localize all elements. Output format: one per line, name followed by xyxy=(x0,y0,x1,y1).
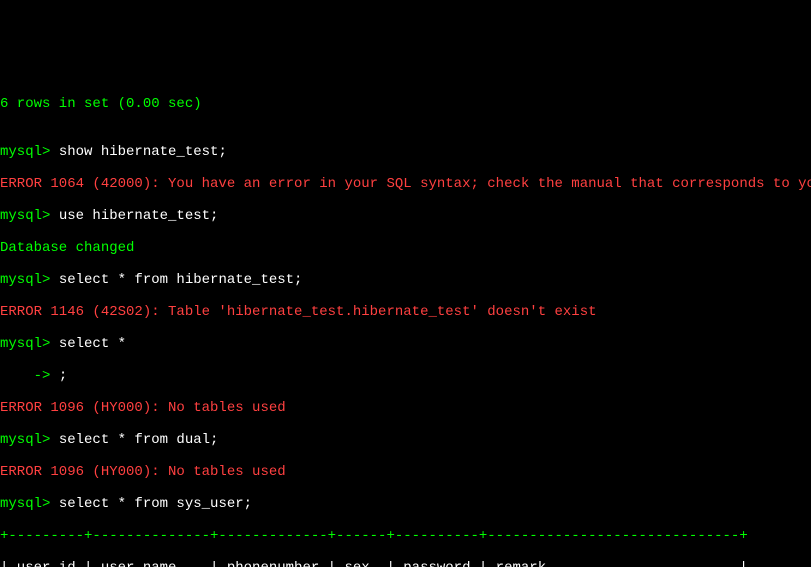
error-message: ERROR 1096 (HY000): No tables used xyxy=(0,464,811,480)
terminal[interactable]: 6 rows in set (0.00 sec) mysql> show hib… xyxy=(0,80,811,567)
mysql-prompt: mysql> xyxy=(0,432,59,448)
command-input[interactable]: use hibernate_test; xyxy=(59,208,219,224)
table-header: | user_id | user_name | phonenumber | se… xyxy=(0,560,811,567)
error-message: ERROR 1146 (42S02): Table 'hibernate_tes… xyxy=(0,304,811,320)
error-message: ERROR 1064 (42000): You have an error in… xyxy=(0,176,811,192)
prompt-line: mysql> select * from dual; xyxy=(0,432,811,448)
command-input[interactable]: select * from sys_user; xyxy=(59,496,252,512)
prompt-line: mysql> select * xyxy=(0,336,811,352)
table-separator: +---------+--------------+-------------+… xyxy=(0,528,811,544)
prompt-line: mysql> show hibernate_test; xyxy=(0,144,811,160)
prompt-line: mysql> use hibernate_test; xyxy=(0,208,811,224)
continuation-prompt: -> xyxy=(0,368,59,384)
status-message: Database changed xyxy=(0,240,811,256)
mysql-prompt: mysql> xyxy=(0,336,59,352)
error-message: ERROR 1096 (HY000): No tables used xyxy=(0,400,811,416)
command-input[interactable]: select * xyxy=(59,336,126,352)
command-input[interactable]: show hibernate_test; xyxy=(59,144,227,160)
mysql-prompt: mysql> xyxy=(0,208,59,224)
command-input[interactable]: select * from dual; xyxy=(59,432,219,448)
prompt-line: mysql> select * from hibernate_test; xyxy=(0,272,811,288)
command-input[interactable]: ; xyxy=(59,368,67,384)
command-input[interactable]: select * from hibernate_test; xyxy=(59,272,303,288)
result-summary: 6 rows in set (0.00 sec) xyxy=(0,96,811,112)
mysql-prompt: mysql> xyxy=(0,496,59,512)
mysql-prompt: mysql> xyxy=(0,144,59,160)
mysql-prompt: mysql> xyxy=(0,272,59,288)
continuation-line: -> ; xyxy=(0,368,811,384)
prompt-line: mysql> select * from sys_user; xyxy=(0,496,811,512)
